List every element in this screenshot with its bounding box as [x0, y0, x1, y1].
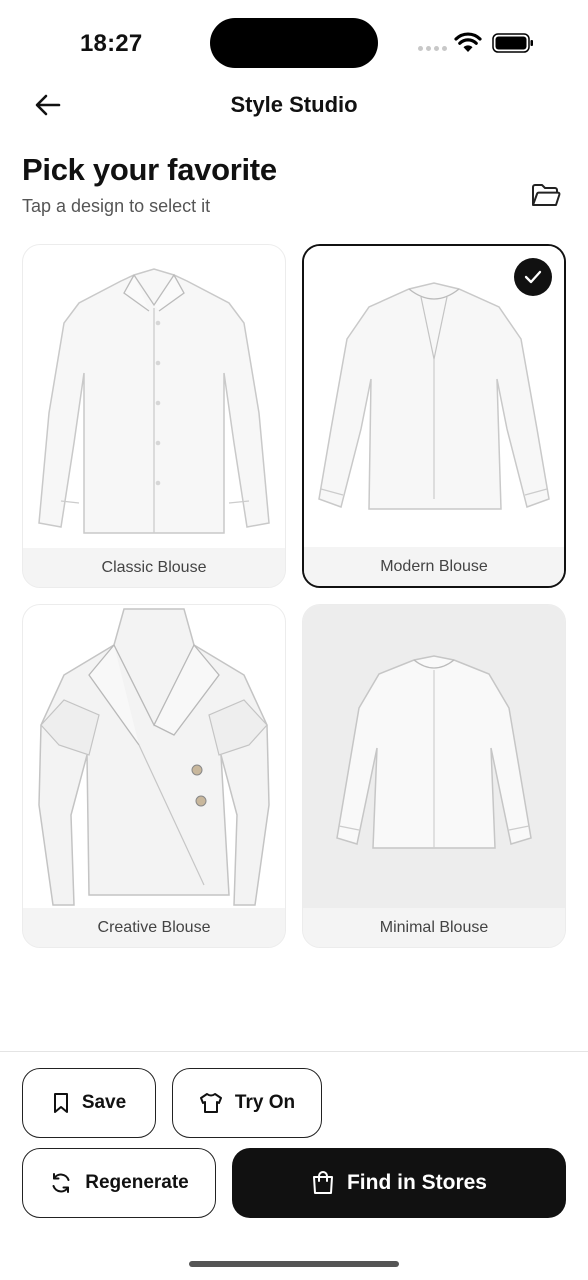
save-label: Save — [81, 1092, 127, 1113]
try-on-label: Try On — [234, 1092, 296, 1113]
regenerate-label: Regenerate — [85, 1172, 189, 1193]
dynamic-island — [210, 18, 378, 68]
shopping-bag-icon — [312, 1171, 333, 1194]
wifi-icon — [454, 32, 482, 52]
design-label: Creative Blouse — [23, 908, 285, 947]
design-label: Minimal Blouse — [303, 908, 565, 947]
battery-icon — [492, 33, 533, 53]
design-card-classic[interactable]: Classic Blouse — [22, 244, 286, 588]
app-header: Style Studio — [0, 80, 588, 130]
design-card-minimal[interactable]: Minimal Blouse — [302, 604, 566, 948]
refresh-icon — [52, 1173, 70, 1193]
home-indicator[interactable] — [189, 1261, 399, 1267]
open-folder-button[interactable] — [528, 180, 564, 212]
blouse-image — [38, 267, 270, 534]
design-label: Modern Blouse — [304, 547, 564, 586]
design-image — [303, 605, 565, 910]
regenerate-button[interactable]: Regenerate — [22, 1148, 216, 1218]
bookmark-icon — [53, 1093, 68, 1113]
design-image — [23, 245, 285, 550]
blouse-image — [38, 608, 270, 906]
folder-open-icon — [532, 184, 561, 206]
blouse-image — [336, 654, 532, 849]
section-title: Pick your favorite — [22, 152, 277, 187]
status-bar: 18:27 — [0, 0, 588, 88]
section-subtitle: Tap a design to select it — [22, 196, 211, 216]
status-time: 18:27 — [80, 30, 143, 57]
design-card-creative[interactable]: Creative Blouse — [22, 604, 286, 948]
design-image — [23, 605, 285, 910]
save-button[interactable]: Save — [22, 1068, 156, 1138]
bottom-divider — [0, 1051, 588, 1052]
blouse-image — [318, 281, 550, 510]
design-label: Classic Blouse — [23, 548, 285, 587]
find-in-stores-button[interactable]: Find in Stores — [232, 1148, 566, 1218]
design-card-modern[interactable]: Modern Blouse — [302, 244, 566, 588]
selected-badge — [514, 258, 552, 296]
page-title: Style Studio — [230, 92, 358, 117]
check-icon — [524, 270, 542, 284]
shirt-icon — [199, 1093, 222, 1113]
find-in-stores-label: Find in Stores — [346, 1171, 487, 1194]
cellular-signal-icon — [418, 46, 447, 51]
try-on-button[interactable]: Try On — [172, 1068, 322, 1138]
